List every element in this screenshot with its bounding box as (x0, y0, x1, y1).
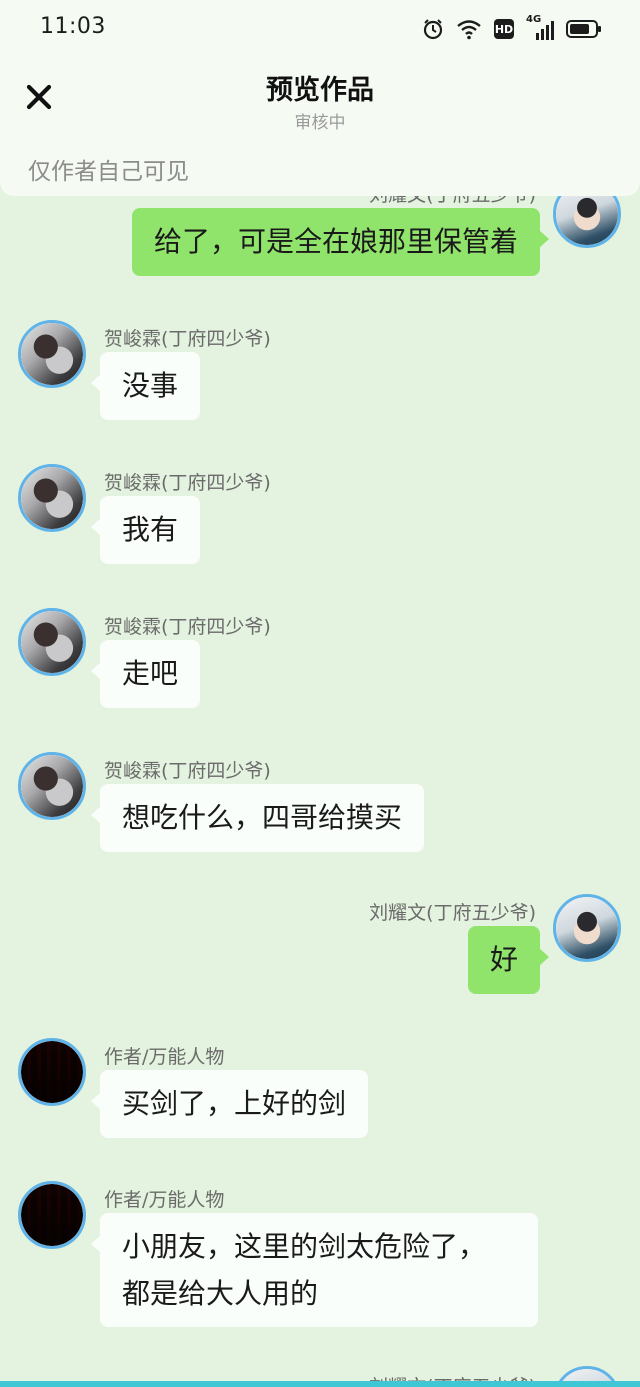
visibility-note: 仅作者自己可见 (28, 159, 189, 185)
avatar[interactable] (18, 1038, 86, 1106)
status-bar: 11:03 HD 4G (0, 0, 640, 56)
wifi-icon (457, 20, 481, 40)
message-bubble[interactable]: 没事 (90, 352, 201, 420)
message-line: 都是给大人用的 (122, 1277, 319, 1310)
status-time: 11:03 (40, 14, 106, 39)
page-title: 预览作品 (266, 75, 374, 106)
sender-name: 刘耀文(丁府五少爷) (369, 902, 536, 924)
sender-name: 贺峻霖(丁府四少爷) (104, 472, 271, 494)
battery-icon (566, 20, 601, 38)
signal-icon: 4G (526, 14, 554, 40)
sender-name: 贺峻霖(丁府四少爷) (104, 328, 271, 350)
sender-name: 作者/万能人物 (104, 1189, 225, 1211)
message-bubble[interactable]: 好 (467, 926, 550, 994)
avatar[interactable] (18, 608, 86, 676)
message-bubble[interactable]: 买剑了，上好的剑 (90, 1070, 369, 1138)
hd-icon: HD (494, 19, 514, 39)
chat-list[interactable]: 刘耀文(丁府五少爷) 给了，可是全在娘那里保管着 贺峻霖(丁府四少爷) 没事 贺… (0, 0, 640, 1387)
review-status: 审核中 (294, 113, 346, 133)
sender-name: 贺峻霖(丁府四少爷) (104, 616, 271, 638)
message-bubble[interactable]: 走吧 (90, 640, 201, 708)
avatar[interactable] (18, 464, 86, 532)
message-bubble[interactable]: 我有 (90, 496, 201, 564)
message-bubble[interactable]: 想吃什么，四哥给摸买 (90, 784, 425, 852)
bottom-progress-bar (0, 1381, 640, 1387)
message-bubble[interactable]: 小朋友，这里的剑太危险了， 都是给大人用的 (91, 1213, 538, 1327)
header: 预览作品 审核中 仅作者自己可见 (0, 56, 640, 196)
network-type: 4G (526, 14, 542, 25)
avatar[interactable] (553, 894, 621, 962)
message-bubble[interactable]: 给了，可是全在娘那里保管着 (131, 208, 550, 276)
avatar[interactable] (18, 752, 86, 820)
sender-name: 作者/万能人物 (104, 1046, 225, 1068)
status-icons: HD 4G (422, 14, 602, 42)
alarm-icon (423, 19, 443, 40)
message-line: 小朋友，这里的剑太危险了， (122, 1230, 487, 1263)
avatar[interactable] (18, 1181, 86, 1249)
sender-name: 贺峻霖(丁府四少爷) (104, 760, 271, 782)
avatar[interactable] (18, 320, 86, 388)
